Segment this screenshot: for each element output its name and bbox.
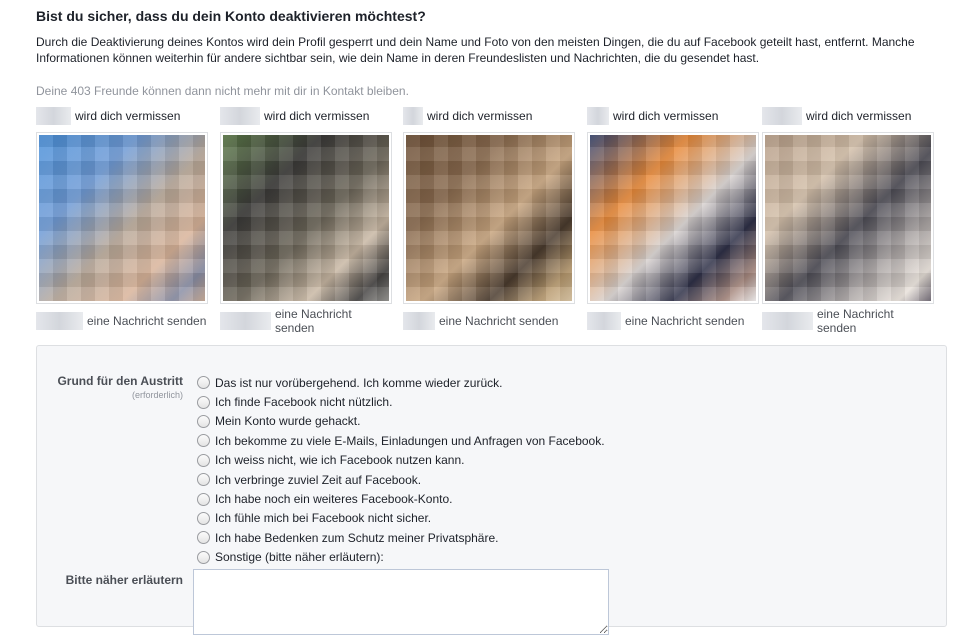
friend-photo-pixelated	[39, 135, 205, 301]
deactivation-form: Grund für den Austritt (erforderlich) Da…	[36, 345, 947, 635]
reason-option[interactable]: Mein Konto wurde gehackt.	[197, 412, 605, 431]
friend-footer: eine Nachricht senden	[220, 307, 392, 335]
reason-option[interactable]: Ich habe noch ein weiteres Facebook-Kont…	[197, 489, 605, 508]
friend-photo-pixelated	[765, 135, 931, 301]
friend-photo-frame[interactable]	[762, 132, 934, 304]
friend-header: wird dich vermissen	[36, 106, 208, 126]
friend-footer: eine Nachricht senden	[587, 312, 759, 330]
friend-photo-pixelated	[406, 135, 572, 301]
friend-header: wird dich vermissen	[587, 106, 759, 126]
friend-name-blurred[interactable]	[220, 107, 260, 125]
intro-text: Durch die Deaktivierung deines Kontos wi…	[36, 35, 915, 65]
radio-button[interactable]	[197, 531, 210, 545]
page-title: Bist du sicher, dass du dein Konto deakt…	[36, 8, 426, 24]
reason-option-label: Ich fühle mich bei Facebook nicht sicher…	[215, 511, 432, 526]
reason-option[interactable]: Ich finde Facebook nicht nützlich.	[197, 392, 605, 411]
miss-text: wird dich vermissen	[427, 109, 533, 123]
explain-label: Bitte näher erläutern	[65, 573, 183, 587]
friends-note: Deine 403 Freunde können dann nicht mehr…	[36, 84, 409, 98]
friend-name-blurred[interactable]	[587, 312, 621, 330]
radio-button[interactable]	[197, 473, 210, 487]
reason-option[interactable]: Das ist nur vorübergehend. Ich komme wie…	[197, 373, 605, 392]
friend-header: wird dich vermissen	[220, 106, 392, 126]
radio-button[interactable]	[197, 511, 210, 525]
reason-option[interactable]: Ich fühle mich bei Facebook nicht sicher…	[197, 509, 605, 528]
friend-footer: eine Nachricht senden	[762, 307, 934, 335]
radio-button[interactable]	[197, 453, 210, 467]
reason-option[interactable]: Ich verbringe zuviel Zeit auf Facebook.	[197, 470, 605, 489]
friend-card: wird dich vermissen eine Nachricht senden	[36, 106, 208, 330]
friend-name-blurred[interactable]	[587, 107, 609, 125]
radio-button[interactable]	[197, 395, 210, 409]
reason-option-label: Ich verbringe zuviel Zeit auf Facebook.	[215, 472, 422, 487]
friend-card: wird dich vermissen eine Nachricht senden	[762, 106, 934, 335]
reason-option[interactable]: Ich habe Bedenken zum Schutz meiner Priv…	[197, 528, 605, 547]
send-message-link[interactable]: eine Nachricht senden	[439, 314, 558, 328]
send-message-link[interactable]: eine Nachricht senden	[625, 314, 744, 328]
explain-textarea[interactable]	[193, 569, 609, 635]
friend-card: wird dich vermissen eine Nachricht senden	[220, 106, 392, 335]
reason-option-label: Ich bekomme zu viele E-Mails, Einladunge…	[215, 433, 605, 448]
friend-card: wird dich vermissen eine Nachricht senden	[403, 106, 575, 330]
reason-option-label: Sonstige (bitte näher erläutern):	[215, 550, 384, 565]
miss-text: wird dich vermissen	[75, 109, 181, 123]
friend-photo-frame[interactable]	[587, 132, 759, 304]
reason-option-label: Mein Konto wurde gehackt.	[215, 414, 361, 429]
friend-header: wird dich vermissen	[762, 106, 934, 126]
friend-photo-frame[interactable]	[403, 132, 575, 304]
reason-option-label: Das ist nur vorübergehend. Ich komme wie…	[215, 375, 503, 390]
reason-options: Das ist nur vorübergehend. Ich komme wie…	[197, 373, 605, 567]
friend-name-blurred[interactable]	[403, 107, 423, 125]
friend-name-blurred[interactable]	[220, 312, 271, 330]
radio-button[interactable]	[197, 492, 210, 506]
friend-photo-pixelated	[223, 135, 389, 301]
friend-photo-frame[interactable]	[220, 132, 392, 304]
friend-photo-pixelated	[590, 135, 756, 301]
send-message-link[interactable]: eine Nachricht senden	[817, 307, 934, 335]
friend-name-blurred[interactable]	[403, 312, 435, 330]
reason-option-label: Ich habe Bedenken zum Schutz meiner Priv…	[215, 530, 499, 545]
reason-option-label: Ich habe noch ein weiteres Facebook-Kont…	[215, 492, 453, 507]
radio-button[interactable]	[197, 434, 210, 448]
radio-button[interactable]	[197, 376, 210, 390]
miss-text: wird dich vermissen	[264, 109, 370, 123]
reason-option[interactable]: Ich weiss nicht, wie ich Facebook nutzen…	[197, 451, 605, 470]
friend-photo-frame[interactable]	[36, 132, 208, 304]
reason-option-label: Ich weiss nicht, wie ich Facebook nutzen…	[215, 453, 465, 468]
friend-footer: eine Nachricht senden	[403, 312, 575, 330]
reason-option-label: Ich finde Facebook nicht nützlich.	[215, 395, 393, 410]
friend-name-blurred[interactable]	[36, 107, 71, 125]
friend-footer: eine Nachricht senden	[36, 312, 208, 330]
miss-text: wird dich vermissen	[806, 109, 912, 123]
reason-label: Grund für den Austritt	[57, 374, 183, 388]
friend-name-blurred[interactable]	[762, 107, 802, 125]
miss-text: wird dich vermissen	[613, 109, 719, 123]
reason-option[interactable]: Sonstige (bitte näher erläutern):	[197, 548, 605, 567]
radio-button[interactable]	[197, 414, 210, 428]
radio-button[interactable]	[197, 550, 210, 564]
send-message-link[interactable]: eine Nachricht senden	[87, 314, 206, 328]
required-label: (erforderlich)	[131, 390, 183, 400]
friend-name-blurred[interactable]	[762, 312, 813, 330]
friend-name-blurred[interactable]	[36, 312, 83, 330]
send-message-link[interactable]: eine Nachricht senden	[275, 307, 392, 335]
reason-option[interactable]: Ich bekomme zu viele E-Mails, Einladunge…	[197, 431, 605, 450]
friend-header: wird dich vermissen	[403, 106, 575, 126]
friend-card: wird dich vermissen eine Nachricht senden	[587, 106, 759, 330]
